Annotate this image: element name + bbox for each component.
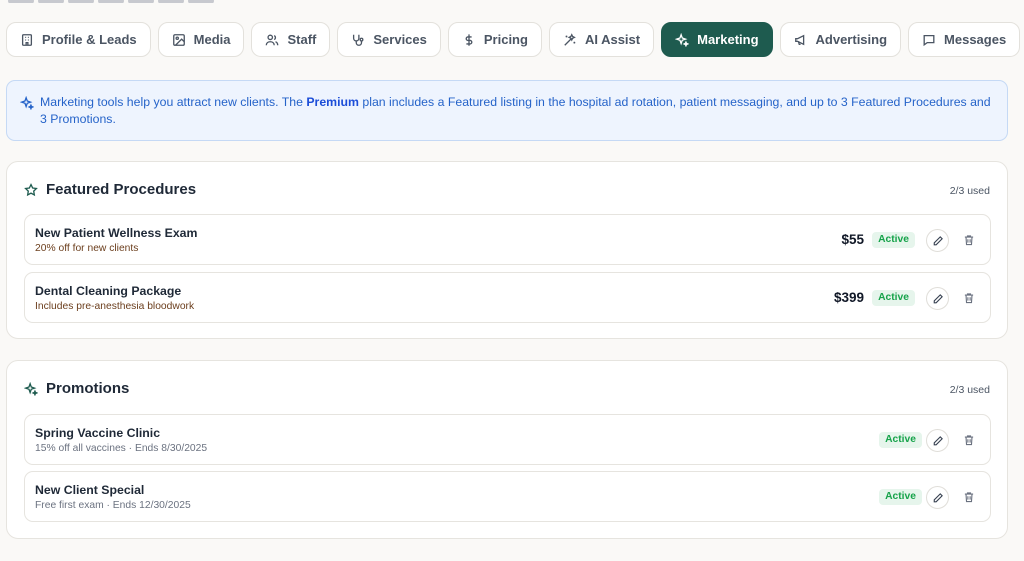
- pencil-icon: [933, 293, 943, 303]
- trash-icon: [964, 492, 974, 503]
- usage-count: 2/3 used: [949, 384, 990, 396]
- tab-marketing[interactable]: Marketing: [661, 22, 773, 57]
- item-subtitle: 15% off all vaccines · Ends 8/30/2025: [35, 443, 208, 454]
- card-title: Featured Procedures: [46, 181, 197, 198]
- card-header: Featured Procedures: [24, 181, 196, 198]
- tab-label: Messages: [944, 32, 1007, 47]
- status-badge: Active: [879, 489, 922, 505]
- tab-ai-assist[interactable]: AI Assist: [548, 22, 655, 57]
- list-item: New Client Special Free first exam · End…: [24, 471, 991, 522]
- status-badge: Active: [872, 232, 915, 248]
- tab-advertising[interactable]: Advertising: [779, 22, 902, 57]
- list-item: Spring Vaccine Clinic 15% off all vaccin…: [24, 414, 991, 465]
- building-icon: [21, 33, 33, 46]
- item-title: Dental Cleaning Package: [35, 284, 182, 298]
- tab-label: Services: [373, 32, 427, 47]
- info-text-pre: Marketing tools help you attract new cli…: [40, 95, 307, 109]
- list-item: New Patient Wellness Exam 20% off for ne…: [24, 214, 991, 265]
- tab-media[interactable]: Media: [157, 22, 245, 57]
- list-item: Dental Cleaning Package Includes pre-ane…: [24, 272, 991, 323]
- featured-procedures-card: Featured Procedures 2/3 used New Patient…: [6, 161, 1008, 339]
- card-header: Promotions: [24, 380, 129, 397]
- dollar-icon: [465, 33, 473, 46]
- trash-icon: [964, 235, 974, 246]
- sparkles-icon: [20, 96, 34, 110]
- tab-label: Profile & Leads: [42, 32, 137, 47]
- tab-label: Staff: [287, 32, 317, 47]
- sparkles-icon: [24, 381, 38, 396]
- tab-label: Advertising: [815, 32, 888, 47]
- tab-staff[interactable]: Staff: [251, 22, 331, 57]
- item-price: $55: [841, 232, 864, 247]
- trash-icon: [964, 293, 974, 304]
- star-icon: [24, 182, 38, 196]
- wand-icon: [564, 32, 576, 46]
- card-title: Promotions: [46, 380, 130, 397]
- item-title: New Client Special: [35, 483, 145, 497]
- tab-label: AI Assist: [584, 32, 641, 47]
- delete-button[interactable]: [962, 432, 976, 448]
- pencil-icon: [933, 435, 943, 445]
- cropped-top-text: [8, 0, 248, 3]
- tab-bar: Profile & Leads Media Staff Services Pri…: [6, 22, 1021, 57]
- marketing-info-banner: Marketing tools help you attract new cli…: [6, 80, 1008, 141]
- tab-profile-leads[interactable]: Profile & Leads: [6, 22, 151, 57]
- image-icon: [172, 33, 185, 46]
- plan-name: Premium: [306, 95, 359, 109]
- edit-button[interactable]: [926, 229, 949, 252]
- tab-label: Media: [193, 32, 231, 47]
- delete-button[interactable]: [962, 232, 976, 248]
- edit-button[interactable]: [926, 486, 949, 509]
- item-title: New Patient Wellness Exam: [35, 226, 198, 240]
- users-icon: [266, 34, 279, 45]
- item-price: $399: [833, 290, 864, 305]
- tab-pricing[interactable]: Pricing: [447, 22, 542, 57]
- status-badge: Active: [879, 432, 922, 448]
- item-subtitle: 20% off for new clients: [35, 243, 139, 254]
- item-subtitle: Includes pre-anesthesia bloodwork: [35, 301, 195, 312]
- megaphone-icon: [794, 34, 804, 45]
- edit-button[interactable]: [926, 429, 949, 452]
- pencil-icon: [933, 492, 943, 502]
- status-badge: Active: [872, 290, 915, 306]
- delete-button[interactable]: [962, 489, 976, 505]
- pencil-icon: [933, 235, 943, 245]
- trash-icon: [964, 435, 974, 446]
- usage-count: 2/3 used: [949, 185, 990, 197]
- edit-button[interactable]: [926, 287, 949, 310]
- item-title: Spring Vaccine Clinic: [35, 426, 161, 440]
- stethoscope-icon: [353, 34, 364, 46]
- tab-label: Pricing: [483, 32, 528, 47]
- item-subtitle: Free first exam · Ends 12/30/2025: [35, 500, 191, 511]
- sparkles-icon: [675, 32, 690, 47]
- tab-label: Marketing: [697, 32, 759, 47]
- tab-messages[interactable]: Messages: [908, 22, 1021, 57]
- promotions-card: Promotions 2/3 used Spring Vaccine Clini…: [6, 360, 1008, 539]
- delete-button[interactable]: [962, 290, 976, 306]
- message-icon: [923, 34, 935, 46]
- tab-services[interactable]: Services: [337, 22, 441, 57]
